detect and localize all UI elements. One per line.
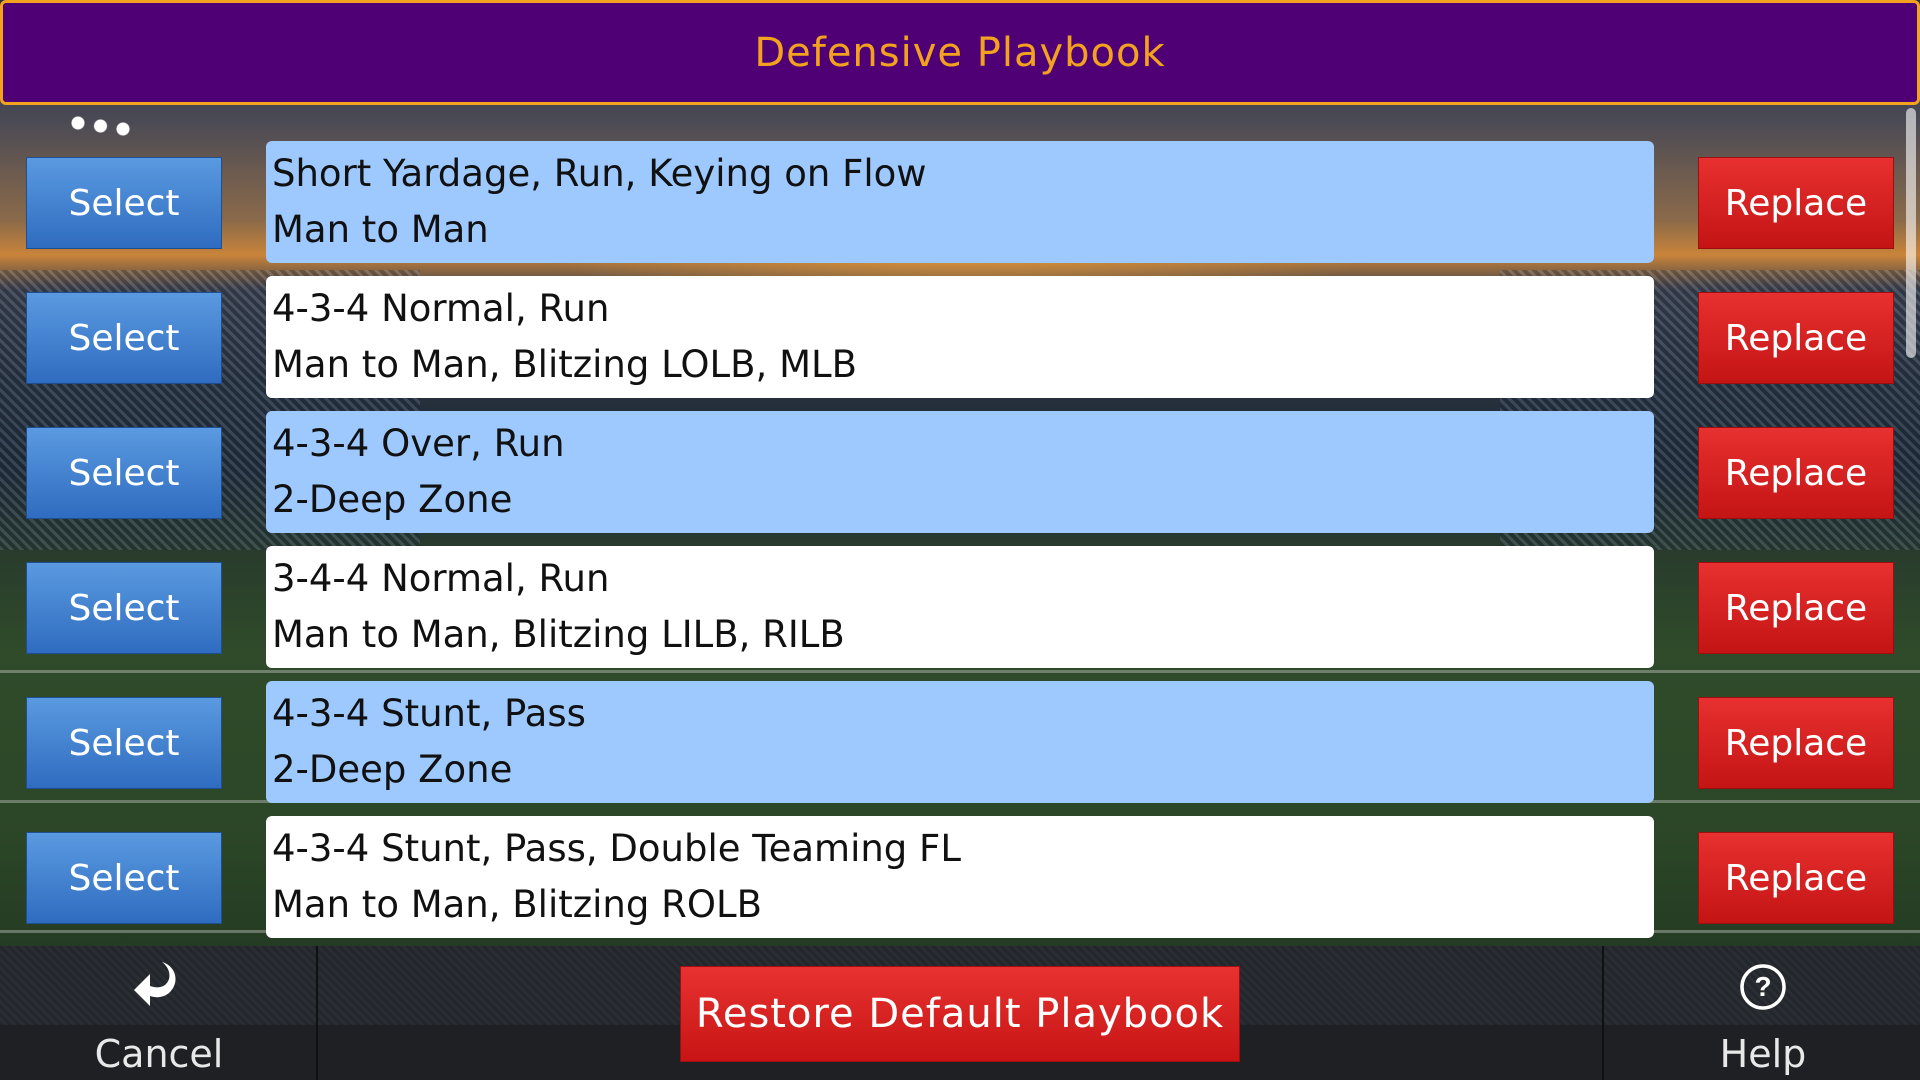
replace-button[interactable]: Replace xyxy=(1698,292,1894,384)
select-button[interactable]: Select xyxy=(26,427,222,519)
yard-line xyxy=(0,670,1920,673)
cancel-label: Cancel xyxy=(94,1032,224,1076)
select-button[interactable]: Select xyxy=(26,832,222,924)
play-coverage: Man to Man xyxy=(272,208,489,251)
svg-text:?: ? xyxy=(1754,971,1771,1002)
replace-button[interactable]: Replace xyxy=(1698,832,1894,924)
play-coverage: 2-Deep Zone xyxy=(272,748,513,791)
play-formation: 3-4-4 Normal, Run xyxy=(272,557,610,600)
play-row: Select 4-3-4 Normal, Run Man to Man, Bli… xyxy=(0,276,1920,398)
play-coverage: 2-Deep Zone xyxy=(272,478,513,521)
cancel-button[interactable]: Cancel xyxy=(0,946,318,1080)
select-button[interactable]: Select xyxy=(26,697,222,789)
select-button[interactable]: Select xyxy=(26,562,222,654)
play-card[interactable]: 4-3-4 Normal, Run Man to Man, Blitzing L… xyxy=(266,276,1654,398)
play-coverage: Man to Man, Blitzing LILB, RILB xyxy=(272,613,845,656)
play-row: Select 4-3-4 Stunt, Pass, Double Teaming… xyxy=(0,816,1920,938)
play-row: Select 4-3-4 Over, Run 2-Deep Zone Repla… xyxy=(0,411,1920,533)
play-card[interactable]: 4-3-4 Stunt, Pass, Double Teaming FL Man… xyxy=(266,816,1654,938)
play-formation: 4-3-4 Stunt, Pass xyxy=(272,692,586,735)
play-formation: 4-3-4 Normal, Run xyxy=(272,287,610,330)
play-coverage: Man to Man, Blitzing ROLB xyxy=(272,883,762,926)
replace-button[interactable]: Replace xyxy=(1698,427,1894,519)
replace-button[interactable]: Replace xyxy=(1698,157,1894,249)
play-row: Select 3-4-4 Normal, Run Man to Man, Bli… xyxy=(0,546,1920,668)
select-button[interactable]: Select xyxy=(26,292,222,384)
play-row: Select Short Yardage, Run, Keying on Flo… xyxy=(0,141,1920,263)
play-card[interactable]: Short Yardage, Run, Keying on Flow Man t… xyxy=(266,141,1654,263)
replace-button[interactable]: Replace xyxy=(1698,697,1894,789)
select-button[interactable]: Select xyxy=(26,157,222,249)
page-title: Defensive Playbook xyxy=(754,29,1166,76)
help-button[interactable]: ? Help xyxy=(1602,946,1920,1080)
title-bar: Defensive Playbook xyxy=(0,0,1920,105)
replace-button[interactable]: Replace xyxy=(1698,562,1894,654)
play-card[interactable]: 3-4-4 Normal, Run Man to Man, Blitzing L… xyxy=(266,546,1654,668)
play-row: Select 4-3-4 Stunt, Pass 2-Deep Zone Rep… xyxy=(0,681,1920,803)
play-formation: 4-3-4 Over, Run xyxy=(272,422,565,465)
stadium-lights xyxy=(60,108,150,138)
play-formation: 4-3-4 Stunt, Pass, Double Teaming FL xyxy=(272,827,961,870)
help-circle-icon: ? xyxy=(1740,964,1786,1010)
return-arrow-icon xyxy=(134,962,176,1006)
help-label: Help xyxy=(1719,1032,1807,1076)
play-coverage: Man to Man, Blitzing LOLB, MLB xyxy=(272,343,857,386)
play-card[interactable]: 4-3-4 Over, Run 2-Deep Zone xyxy=(266,411,1654,533)
restore-default-playbook-button[interactable]: Restore Default Playbook xyxy=(680,966,1240,1062)
play-card[interactable]: 4-3-4 Stunt, Pass 2-Deep Zone xyxy=(266,681,1654,803)
play-formation: Short Yardage, Run, Keying on Flow xyxy=(272,152,927,195)
